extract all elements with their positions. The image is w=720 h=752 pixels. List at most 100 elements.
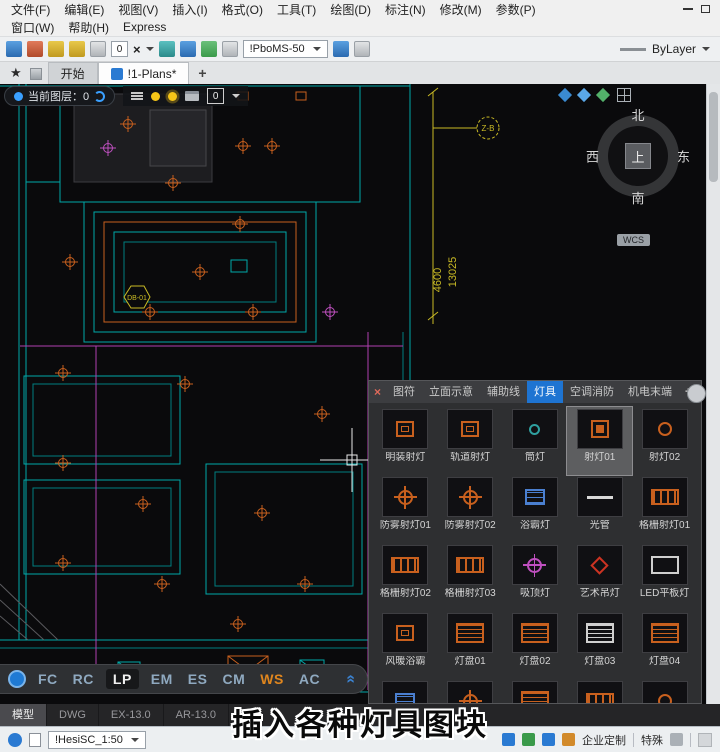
layer-zero-box[interactable]: 0 — [111, 41, 128, 57]
quickbar-button-rc[interactable]: RC — [70, 669, 97, 689]
quickbar-button-es[interactable]: ES — [185, 669, 211, 689]
wcs-badge: WCS — [617, 234, 650, 246]
menu-tools[interactable]: 工具(T) — [270, 1, 323, 18]
quickbar-button-em[interactable]: EM — [148, 669, 176, 689]
color-control[interactable]: ByLayer — [619, 42, 714, 56]
freeze-icon[interactable] — [221, 41, 238, 57]
linetype-icon[interactable] — [158, 41, 175, 57]
new-tab-button[interactable]: + — [189, 65, 215, 84]
grille-spotlight01-icon — [650, 489, 679, 505]
compass-west[interactable]: 西 — [586, 147, 599, 166]
dropdown-caret-icon[interactable] — [145, 47, 154, 51]
scrollbar-thumb[interactable] — [709, 92, 718, 182]
isolate-layer-icon[interactable] — [557, 87, 573, 103]
compass-north[interactable]: 北 — [631, 105, 644, 124]
palette-item[interactable]: 格栅射灯03 — [438, 543, 503, 611]
palette-item[interactable]: 灯盘03 — [567, 611, 632, 679]
compass-top-face[interactable]: 上 — [625, 143, 651, 169]
palette-item[interactable]: 灯盘02 — [503, 611, 568, 679]
menu-help[interactable]: 帮助(H) — [61, 19, 116, 36]
menu-icon[interactable] — [131, 92, 144, 100]
palette-item[interactable]: 风暖浴霸 — [373, 611, 438, 679]
block-thumbnail — [641, 545, 688, 585]
palette-tab-symbols[interactable]: 图符 — [386, 381, 422, 403]
palette-item[interactable]: 轨道射灯 — [438, 407, 503, 475]
palette-tab-mep[interactable]: 机电末端 — [621, 381, 679, 403]
palette-item[interactable]: 灯盘04 — [632, 611, 697, 679]
menu-draw[interactable]: 绘图(D) — [323, 1, 378, 18]
palette-item[interactable]: 浴霸灯 — [503, 475, 568, 543]
layer-manager-icon[interactable] — [90, 41, 106, 57]
match-properties-icon[interactable] — [48, 41, 64, 57]
annotation-icon[interactable] — [353, 41, 370, 57]
minimize-icon[interactable] — [683, 8, 693, 10]
layer-states-icon[interactable] — [69, 41, 85, 57]
quickbar-button-ws[interactable]: WS — [257, 669, 287, 689]
palette-item-selected[interactable]: 射灯01 — [566, 406, 634, 476]
sun-icon[interactable] — [168, 91, 178, 101]
palette-tab-hvac[interactable]: 空调消防 — [563, 381, 621, 403]
quickbar-button-ac[interactable]: AC — [296, 669, 323, 689]
chevron-up-icon[interactable]: « — [342, 675, 360, 684]
menu-express[interactable]: Express — [116, 20, 173, 34]
compass-east[interactable]: 东 — [677, 147, 690, 166]
palette-item[interactable]: 格栅射灯02 — [373, 543, 438, 611]
menu-modify[interactable]: 修改(M) — [433, 1, 489, 18]
palette-item[interactable]: 艺术吊灯 — [567, 543, 632, 611]
palette-item[interactable]: 防雾射灯02 — [438, 475, 503, 543]
favorites-star-icon[interactable]: ★ — [4, 65, 30, 84]
unlock-icon[interactable] — [200, 41, 217, 57]
layer-name-box[interactable]: 0 — [207, 88, 225, 104]
palette-item[interactable]: 防雾射灯01 — [373, 475, 438, 543]
chevron-down-icon[interactable] — [232, 94, 241, 98]
menu-format[interactable]: 格式(O) — [215, 1, 270, 18]
palette-item[interactable]: 格栅射灯01 — [632, 475, 697, 543]
menu-view[interactable]: 视图(V) — [111, 1, 165, 18]
palette-item[interactable]: 射灯02 — [632, 407, 697, 475]
current-layer-pill[interactable]: 当前图层：0 — [4, 86, 116, 106]
quickbar-button-fc[interactable]: FC — [35, 669, 61, 689]
drawing-canvas[interactable]: 4600 13025 Z-B DB-01 当前图层：0 0 北 南 西 东 上 … — [0, 84, 706, 704]
menu-dimension[interactable]: 标注(N) — [378, 1, 433, 18]
close-icon[interactable]: × — [369, 385, 386, 399]
refresh-icon[interactable] — [94, 90, 106, 102]
maximize-icon[interactable] — [701, 5, 710, 13]
palette-item[interactable]: 明装射灯 — [373, 407, 438, 475]
palette-item[interactable]: 筒灯 — [503, 407, 568, 475]
palette-item[interactable]: LED平板灯 — [632, 543, 697, 611]
quickbar-button-cm[interactable]: CM — [219, 669, 248, 689]
printer-icon[interactable] — [185, 91, 200, 101]
menu-parametric[interactable]: 参数(P) — [489, 1, 543, 18]
menu-insert[interactable]: 插入(I) — [165, 1, 214, 18]
vertical-scrollbar[interactable] — [706, 84, 720, 704]
palette-tab-lighting[interactable]: 灯具 — [527, 381, 563, 403]
bulb-icon[interactable] — [151, 91, 161, 101]
menu-window[interactable]: 窗口(W) — [4, 19, 61, 36]
text-style-select[interactable]: !PboMS-50 — [242, 40, 328, 58]
pin-icon[interactable] — [29, 68, 42, 80]
erase-icon[interactable]: × — [133, 43, 141, 56]
tab-start[interactable]: 开始 — [47, 62, 98, 84]
plot-icon[interactable] — [6, 41, 22, 57]
palette-tab-elevation[interactable]: 立面示意 — [422, 381, 480, 403]
block-thumbnail — [576, 613, 623, 653]
troffer02-icon — [520, 623, 549, 643]
layer-on-icon[interactable] — [595, 87, 611, 103]
current-layer-label: 当前图层：0 — [28, 91, 90, 103]
palette-item[interactable]: 灯盘01 — [438, 611, 503, 679]
tab-drawing-plans[interactable]: !1-Plans* — [97, 62, 190, 84]
palette-collapse-knob[interactable] — [687, 384, 706, 403]
palette-item[interactable]: 光管 — [567, 475, 632, 543]
palette-tab-guides[interactable]: 辅助线 — [480, 381, 527, 403]
redo-icon[interactable] — [27, 41, 43, 57]
menu-file[interactable]: 文件(F) — [4, 1, 57, 18]
lock-icon[interactable] — [179, 41, 196, 57]
layer-walk-icon[interactable] — [576, 87, 592, 103]
style-manager-icon[interactable] — [332, 41, 349, 57]
palette-item[interactable]: 吸顶灯 — [503, 543, 568, 611]
grid-icon[interactable] — [617, 88, 631, 102]
menu-edit[interactable]: 编辑(E) — [57, 1, 111, 18]
compass-south[interactable]: 南 — [631, 188, 644, 207]
quickbar-button-lp[interactable]: LP — [105, 669, 139, 689]
plugin-logo-icon[interactable] — [8, 670, 26, 688]
